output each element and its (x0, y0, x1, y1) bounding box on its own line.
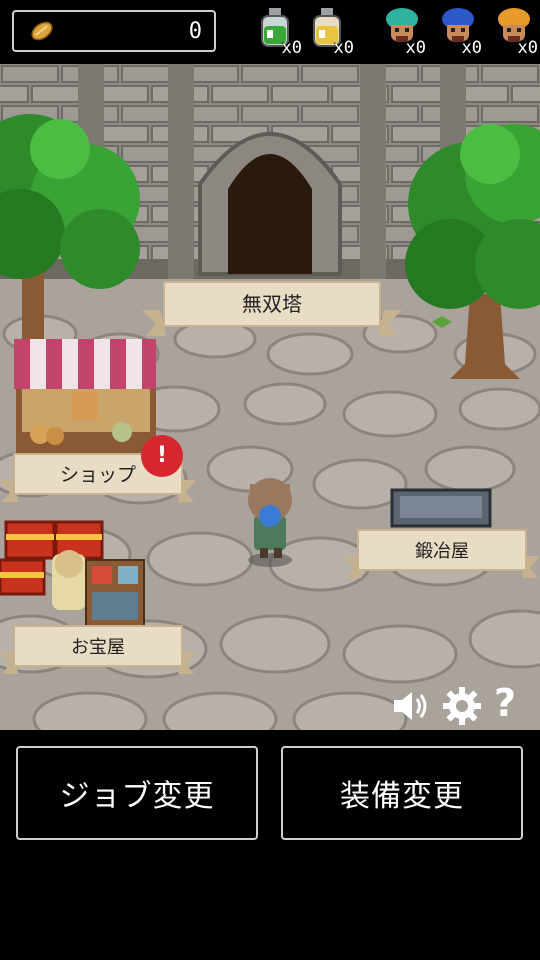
green-potion-item[interactable]: x0 (254, 6, 302, 60)
orange-hero-item[interactable]: x0 (490, 6, 538, 60)
yellow-potion-count: x0 (333, 38, 354, 58)
coin-counter: 0 (12, 10, 216, 52)
help-icon[interactable]: ? (494, 682, 516, 724)
top-hud: 0 x0 x0 x0 x0 x0 (0, 0, 540, 64)
coin-value: 0 (188, 19, 202, 44)
gear-icon[interactable] (442, 686, 482, 726)
job-change-button[interactable]: ジョブ変更 (16, 746, 258, 840)
blue-hero-item[interactable]: x0 (434, 6, 482, 60)
blacksmith-sign[interactable] (390, 488, 492, 528)
green-potion-count: x0 (281, 38, 302, 58)
yellow-potion-item[interactable]: x0 (306, 6, 354, 60)
tower-label: 無双塔 (242, 292, 302, 316)
treasure-banner[interactable]: お宝屋 (0, 624, 196, 678)
blue-hero-count: x0 (461, 38, 482, 58)
blacksmith-label: 鍛冶屋 (415, 541, 469, 562)
treasure-label: お宝屋 (71, 637, 125, 658)
teal-hero-count: x0 (405, 38, 426, 58)
shop-stall[interactable] (14, 339, 156, 454)
speaker-icon[interactable] (390, 686, 430, 726)
equipment-change-button[interactable]: 装備変更 (281, 746, 523, 840)
tower-banner[interactable]: 無双塔 (142, 280, 402, 340)
teal-hero-item[interactable]: x0 (378, 6, 426, 60)
orange-hero-count: x0 (517, 38, 538, 58)
coin-icon (31, 21, 53, 41)
town-scene: 無双塔 ショップ ! 鍛冶屋 お宝屋 ? (0, 64, 540, 730)
blacksmith-banner[interactable]: 鍛冶屋 (344, 528, 540, 582)
shop-alert-badge: ! (141, 435, 183, 477)
